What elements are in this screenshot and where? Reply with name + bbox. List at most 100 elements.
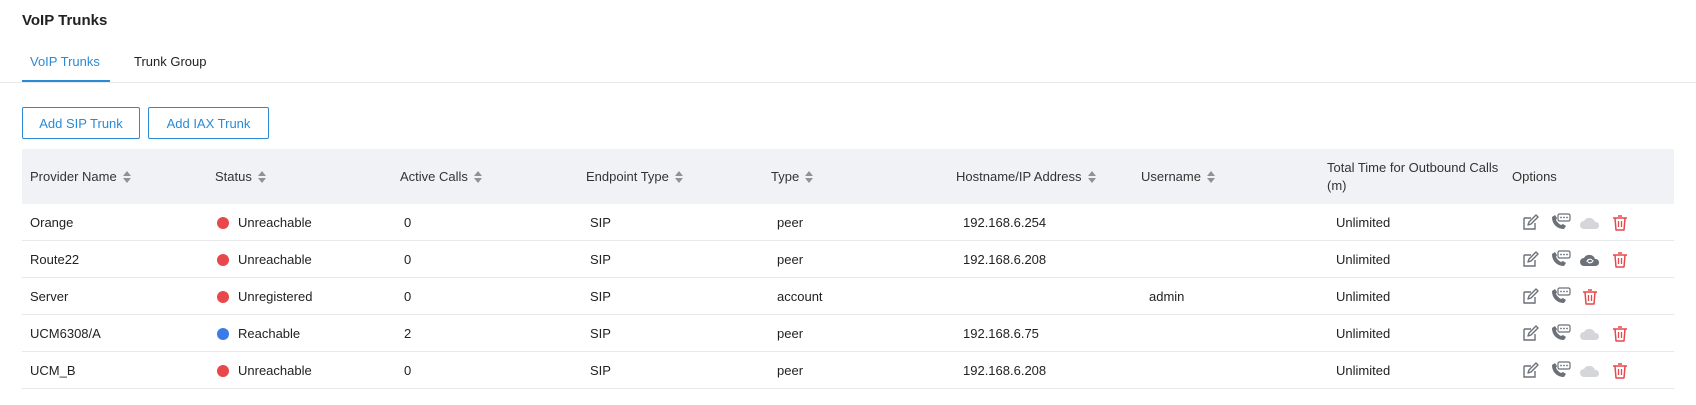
edit-icon[interactable] [1519, 249, 1541, 271]
status-dot-icon [217, 364, 229, 377]
delete-icon[interactable] [1609, 212, 1631, 234]
add-iax-trunk-button[interactable]: Add IAX Trunk [148, 107, 269, 139]
edit-icon[interactable] [1519, 360, 1541, 382]
status-cell: Unreachable [217, 352, 312, 389]
type-cell: account [777, 289, 823, 304]
hostname-cell: 192.168.6.208 [963, 252, 1047, 267]
column-header-endpoint-type[interactable]: Endpoint Type [586, 149, 683, 204]
call-detail-icon[interactable] [1549, 212, 1571, 234]
total-time-cell: Unlimited [1336, 215, 1391, 230]
trunks-table: Provider Name Status Active Calls Endpoi… [22, 149, 1674, 389]
delete-icon[interactable] [1609, 323, 1631, 345]
column-header-total-time: Total Time for Outbound Calls (m) [1327, 149, 1502, 204]
type-cell: peer [777, 363, 804, 378]
edit-icon[interactable] [1519, 286, 1541, 308]
total-time-cell: Unlimited [1336, 326, 1391, 341]
status-text: Unreachable [238, 363, 312, 378]
total-time-cell: Unlimited [1336, 289, 1391, 304]
delete-icon[interactable] [1579, 286, 1601, 308]
options-cell [1519, 352, 1631, 389]
column-label: Active Calls [400, 169, 468, 184]
column-label: Provider Name [30, 169, 117, 184]
column-label: Status [215, 169, 252, 184]
provider-name-cell[interactable]: Server [30, 278, 68, 315]
type-cell: peer [777, 252, 804, 267]
column-header-type[interactable]: Type [771, 149, 814, 204]
call-detail-icon[interactable] [1549, 249, 1571, 271]
active-tab-indicator [22, 80, 110, 82]
sort-icon[interactable] [1087, 170, 1096, 183]
status-cell: Unreachable [217, 241, 312, 278]
call-detail-icon[interactable] [1549, 323, 1571, 345]
table-row: UCM_B Unreachable 0 SIP peer 192.168.6.2… [22, 352, 1674, 389]
hostname-cell: 192.168.6.208 [963, 363, 1047, 378]
status-dot-icon [217, 216, 229, 229]
provider-name-cell[interactable]: UCM6308/A [30, 315, 101, 352]
endpoint-type-cell: SIP [590, 252, 611, 267]
status-text: Unreachable [238, 215, 312, 230]
table-header: Provider Name Status Active Calls Endpoi… [22, 149, 1674, 204]
sort-icon[interactable] [805, 170, 814, 183]
endpoint-type-cell: SIP [590, 215, 611, 230]
status-dot-icon [217, 253, 229, 266]
hostname-cell: 192.168.6.254 [963, 215, 1047, 230]
cloud-sync-icon[interactable] [1579, 249, 1601, 271]
provider-name-cell[interactable]: UCM_B [30, 352, 76, 389]
status-text: Unregistered [238, 289, 313, 304]
table-row: UCM6308/A Reachable 2 SIP peer 192.168.6… [22, 315, 1674, 352]
status-dot-icon [217, 327, 229, 340]
column-header-active-calls[interactable]: Active Calls [400, 149, 482, 204]
column-label: Username [1141, 169, 1201, 184]
tab-voip-trunks[interactable]: VoIP Trunks [30, 54, 100, 79]
delete-icon[interactable] [1609, 360, 1631, 382]
status-cell: Reachable [217, 315, 300, 352]
status-text: Unreachable [238, 252, 312, 267]
username-cell: admin [1149, 289, 1185, 304]
provider-name-cell[interactable]: Route22 [30, 241, 79, 278]
delete-icon[interactable] [1609, 249, 1631, 271]
column-label: Options [1512, 169, 1557, 184]
table-row: Orange Unreachable 0 SIP peer 192.168.6.… [22, 204, 1674, 241]
call-detail-icon[interactable] [1549, 360, 1571, 382]
total-time-cell: Unlimited [1336, 252, 1391, 267]
sort-icon[interactable] [674, 170, 683, 183]
sort-icon[interactable] [473, 170, 482, 183]
options-cell [1519, 241, 1631, 278]
options-cell [1519, 204, 1631, 241]
cloud-icon-disabled [1579, 360, 1601, 382]
column-header-status[interactable]: Status [215, 149, 266, 204]
column-label: Endpoint Type [586, 169, 669, 184]
type-cell: peer [777, 215, 804, 230]
provider-name-cell[interactable]: Orange [30, 204, 73, 241]
column-label: Total Time for Outbound Calls (m) [1327, 159, 1499, 193]
sort-icon[interactable] [1206, 170, 1215, 183]
add-sip-trunk-button[interactable]: Add SIP Trunk [22, 107, 140, 139]
endpoint-type-cell: SIP [590, 326, 611, 341]
active-calls-cell: 0 [404, 363, 412, 378]
tab-trunk-group[interactable]: Trunk Group [134, 54, 207, 79]
options-cell [1519, 278, 1601, 315]
cloud-icon-disabled [1579, 323, 1601, 345]
table-row: Server Unregistered 0 SIP account admin … [22, 278, 1674, 315]
column-header-hostname[interactable]: Hostname/IP Address [956, 149, 1096, 204]
endpoint-type-cell: SIP [590, 363, 611, 378]
sort-icon[interactable] [122, 170, 131, 183]
page-title: VoIP Trunks [22, 12, 108, 29]
column-header-username[interactable]: Username [1141, 149, 1215, 204]
column-header-provider-name[interactable]: Provider Name [30, 149, 131, 204]
status-dot-icon [217, 290, 229, 303]
column-header-options: Options [1512, 149, 1557, 204]
edit-icon[interactable] [1519, 212, 1541, 234]
call-detail-icon[interactable] [1549, 286, 1571, 308]
hostname-cell: 192.168.6.75 [963, 326, 1039, 341]
active-calls-cell: 0 [404, 215, 412, 230]
sort-icon[interactable] [257, 170, 266, 183]
edit-icon[interactable] [1519, 323, 1541, 345]
type-cell: peer [777, 326, 804, 341]
endpoint-type-cell: SIP [590, 289, 611, 304]
table-row: Route22 Unreachable 0 SIP peer 192.168.6… [22, 241, 1674, 278]
column-label: Hostname/IP Address [956, 169, 1082, 184]
column-label: Type [771, 169, 800, 184]
active-calls-cell: 0 [404, 252, 412, 267]
status-text: Reachable [238, 326, 301, 341]
